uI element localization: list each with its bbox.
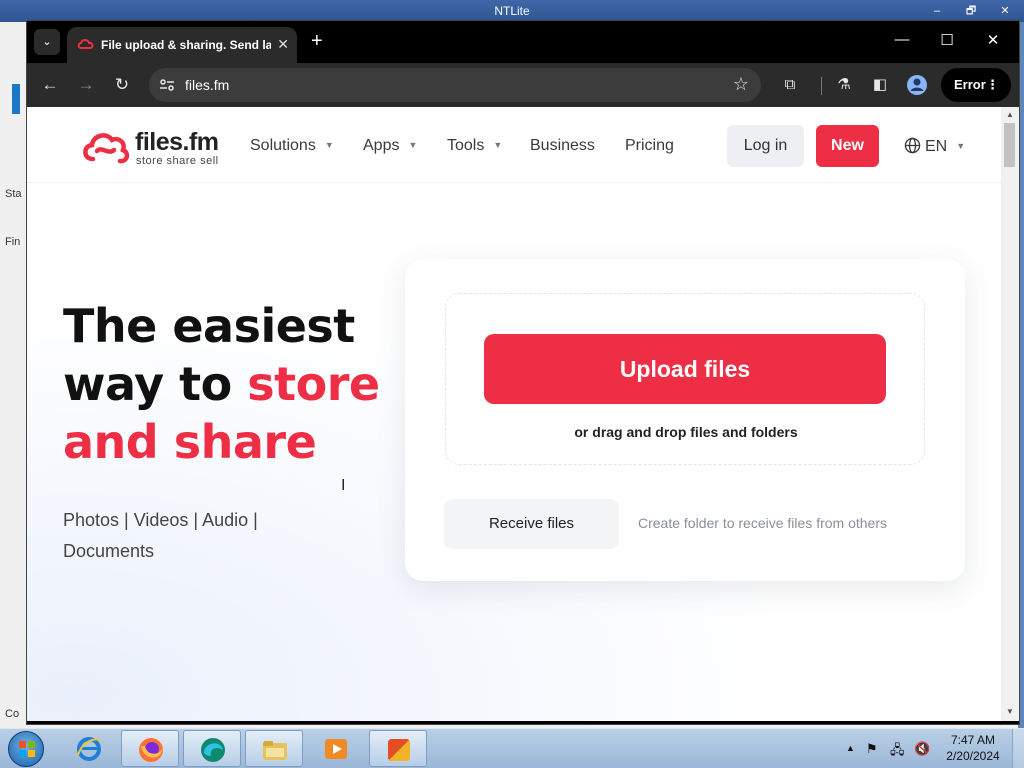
receive-files-hint: Create folder to receive files from othe… (638, 515, 887, 531)
drag-drop-hint: or drag and drop files and folders (574, 424, 798, 440)
site-info-icon[interactable] (159, 77, 175, 93)
tab-search-button[interactable]: ⌄ (34, 29, 60, 55)
nav-solutions[interactable]: Solutions ▼ (250, 137, 334, 155)
reload-button[interactable]: ↻ (111, 74, 133, 96)
chevron-down-icon: ▼ (324, 140, 334, 150)
login-button[interactable]: Log in (727, 125, 804, 167)
chevron-down-icon: ▼ (956, 141, 966, 151)
hero-line-2-accent: store (247, 357, 380, 411)
taskbar-file-explorer[interactable] (245, 730, 303, 767)
hero-line-3: and share (63, 415, 317, 469)
nav-apps-label: Apps (363, 137, 400, 154)
clock-time: 7:47 AM (950, 733, 996, 747)
system-clock[interactable]: 7:47 AM 2/20/2024 (940, 732, 1006, 764)
ntlite-icon (388, 739, 410, 761)
active-tab[interactable]: File upload & sharing. Send large files … (67, 27, 297, 63)
text-cursor-icon: I (341, 477, 346, 494)
firefox-icon (139, 738, 163, 762)
scroll-down-icon[interactable]: ▼ (1005, 707, 1015, 716)
drop-zone[interactable]: Upload files or drag and drop files and … (445, 293, 925, 465)
ntlite-side-icon (12, 84, 20, 114)
nav-business[interactable]: Business (530, 137, 595, 155)
bookmark-star-icon[interactable]: ☆ (733, 74, 749, 95)
browser-minimize-button[interactable]: — (887, 31, 917, 48)
taskbar-ntlite[interactable] (369, 730, 427, 767)
tab-strip: ⌄ File upload & sharing. Send large file… (27, 21, 1019, 63)
nav-solutions-label: Solutions (250, 137, 316, 154)
receive-files-button[interactable]: Receive files (444, 499, 619, 549)
tab-close-icon[interactable]: ✕ (277, 36, 289, 53)
ntlite-close-button[interactable]: ✕ (990, 2, 1020, 20)
ntlite-title: NTLite (494, 4, 530, 18)
labs-flask-icon[interactable]: ⚗ (833, 74, 855, 96)
folder-icon (263, 741, 287, 760)
hero-line-2-prefix: way to (63, 357, 248, 411)
start-button[interactable] (8, 731, 44, 767)
browser-toolbar: ← → ↻ files.fm ☆ ⧉ ⚗ ◧ Error ⋮ (27, 63, 1019, 107)
url-text[interactable]: files.fm (185, 77, 229, 93)
taskbar-media-player[interactable] (307, 730, 365, 767)
toolbar-divider (821, 77, 822, 95)
media-player-icon (325, 739, 347, 759)
clock-date: 2/20/2024 (946, 749, 1000, 763)
hero-headline: The easiest way to store and share (63, 297, 393, 471)
ntlite-titlebar: NTLite – 🗗 ✕ (0, 0, 1024, 22)
nav-apps[interactable]: Apps ▼ (363, 137, 417, 155)
network-icon[interactable]: 🖧 (890, 741, 905, 763)
side-panel-icon[interactable]: ◧ (869, 74, 891, 96)
logo-tagline: store share sell (136, 155, 219, 167)
browser-maximize-button[interactable]: ☐ (932, 31, 962, 49)
media-types-text: Photos | Videos | Audio | Documents (63, 510, 258, 561)
chevron-down-icon: ▼ (493, 140, 503, 150)
chrome-menu-icon[interactable]: ⋮ (986, 68, 999, 102)
back-button[interactable]: ← (39, 74, 61, 96)
upload-files-button[interactable]: Upload files (484, 334, 886, 404)
ntlite-side-label-1: Sta (5, 188, 22, 200)
language-selector[interactable]: EN ▼ (904, 137, 965, 156)
edge-icon (201, 738, 225, 762)
internet-explorer-icon (77, 737, 102, 761)
taskbar-internet-explorer[interactable] (60, 730, 118, 767)
ntlite-minimize-button[interactable]: – (922, 2, 952, 20)
new-button[interactable]: New (816, 125, 879, 167)
browser-close-button[interactable]: ✕ (978, 31, 1008, 49)
files-fm-logo-icon[interactable] (81, 129, 131, 165)
windows-taskbar: ▲ ⚑ 🖧 🔇 7:47 AM 2/20/2024 (0, 728, 1024, 768)
taskbar-edge[interactable] (183, 730, 241, 767)
volume-muted-icon[interactable]: 🔇 (914, 741, 930, 757)
tab-title: File upload & sharing. Send large files (101, 38, 271, 52)
error-label: Error (954, 77, 986, 92)
upload-card: Upload files or drag and drop files and … (405, 259, 965, 581)
page-scrollbar[interactable]: ▲ ▼ (1001, 107, 1019, 721)
globe-icon (904, 137, 921, 154)
page-viewport: files.fm store share sell Solutions ▼ App… (27, 107, 1019, 721)
ntlite-side-label-3: Co (5, 708, 20, 720)
hero-line-2: way to store (63, 355, 393, 413)
show-desktop-button[interactable] (1012, 729, 1024, 768)
logo-wordmark[interactable]: files.fm (135, 128, 219, 157)
hero-line-1: The easiest (63, 299, 355, 353)
site-header: files.fm store share sell Solutions ▼ App… (27, 107, 1001, 183)
windows-logo-icon (19, 741, 35, 757)
ntlite-side-label-2: Fin (5, 236, 21, 248)
language-label: EN (925, 138, 948, 155)
action-center-flag-icon[interactable]: ⚑ (866, 741, 878, 757)
profile-error-button[interactable]: Error ⋮ (941, 68, 1011, 102)
nav-tools[interactable]: Tools ▼ (447, 137, 502, 155)
extensions-icon[interactable]: ⧉ (779, 74, 801, 96)
scroll-up-icon[interactable]: ▲ (1005, 110, 1015, 119)
browser-window: ⌄ File upload & sharing. Send large file… (26, 20, 1020, 725)
files-fm-favicon-icon (77, 39, 94, 49)
profile-avatar-icon[interactable] (906, 74, 928, 96)
chevron-down-icon: ▼ (408, 140, 418, 150)
scroll-thumb[interactable] (1004, 123, 1015, 167)
ntlite-maximize-button[interactable]: 🗗 (956, 2, 986, 20)
address-bar[interactable]: files.fm ☆ (149, 68, 761, 102)
nav-pricing[interactable]: Pricing (625, 137, 674, 155)
new-tab-button[interactable]: + (311, 30, 323, 52)
forward-button[interactable]: → (75, 74, 97, 96)
taskbar-firefox[interactable] (121, 730, 179, 767)
nav-tools-label: Tools (447, 137, 485, 154)
tray-overflow-icon[interactable]: ▲ (846, 743, 855, 753)
